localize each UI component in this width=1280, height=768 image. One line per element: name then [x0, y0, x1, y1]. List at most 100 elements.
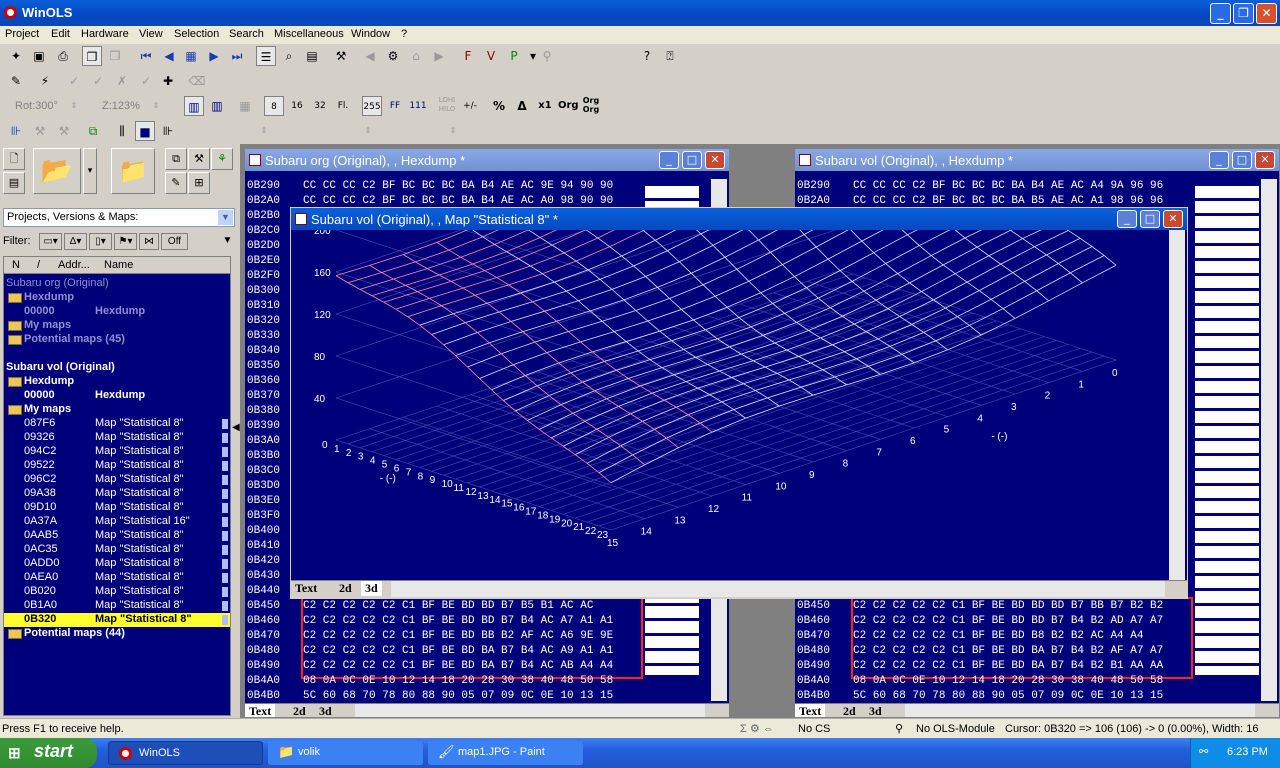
menu-miscellaneous[interactable]: Miscellaneous	[274, 28, 344, 40]
checksum2-icon[interactable]: ✓	[88, 71, 108, 91]
filter-off-button[interactable]: Off	[161, 233, 188, 250]
width-8-button[interactable]: 8	[264, 96, 284, 116]
tree-row[interactable]: 09A38 Map "Statistical 8"	[4, 487, 230, 501]
settings-icon[interactable]: ⊞	[188, 172, 210, 194]
checksum4-icon[interactable]: ✓	[136, 71, 156, 91]
width-16-button[interactable]: 16	[287, 96, 307, 116]
mapwin-minimize[interactable]: _	[1117, 210, 1137, 228]
win2-close[interactable]: ✕	[1255, 151, 1275, 169]
save-icon[interactable]: ▤	[3, 172, 25, 194]
win1-hscroll[interactable]	[355, 704, 705, 717]
tree-row[interactable]: Subaru org (Original)	[4, 277, 230, 291]
open-folder-icon[interactable]: 📂	[33, 148, 81, 194]
bike-icon[interactable]: ⚙	[383, 46, 403, 66]
factor-button[interactable]: x1	[535, 96, 555, 116]
win1-close[interactable]: ✕	[705, 151, 725, 169]
spin3-icon[interactable]: ⇕	[443, 121, 463, 141]
open-dropdown-icon[interactable]: ▾	[83, 148, 97, 194]
tree-row[interactable]: 094C2 Map "Statistical 8"	[4, 445, 230, 459]
tree-row[interactable]: Hexdump	[4, 291, 230, 305]
header-name[interactable]: Name	[104, 259, 133, 271]
header-addr[interactable]: Addr...	[58, 259, 90, 271]
mapwin-titlebar[interactable]: Subaru vol (Original), , Map "Statistica…	[291, 208, 1187, 230]
erase-icon[interactable]: ⌫	[187, 71, 207, 91]
filter-type-icon[interactable]: ▭▾	[39, 233, 62, 250]
task-volik[interactable]: 📁 volik	[268, 741, 423, 765]
tab-3d[interactable]: 3d	[865, 704, 886, 717]
minimize-button[interactable]: _	[1210, 3, 1231, 24]
right-arrow-icon[interactable]: ▶	[429, 46, 449, 66]
win1-titlebar[interactable]: Subaru org (Original), , Hexdump * _ □ ✕	[245, 149, 729, 171]
mapwin-hscroll[interactable]	[391, 581, 1165, 597]
win2-hscroll[interactable]	[905, 704, 1255, 717]
help-query-icon[interactable]: ⚲	[537, 46, 557, 66]
tree-row[interactable]: Subaru vol (Original)	[4, 361, 230, 375]
tree-row[interactable]: Potential maps (45)	[4, 333, 230, 347]
wand-icon[interactable]: ✦	[6, 46, 26, 66]
tab-text[interactable]: Text	[245, 704, 276, 717]
tree-icon[interactable]: ⚘	[211, 148, 233, 170]
copy-icon[interactable]: ⧉	[165, 148, 187, 170]
tools-icon[interactable]: ⚒	[30, 121, 50, 141]
copy-map-icon[interactable]: ⧉	[83, 121, 103, 141]
list-icon[interactable]: ☰	[256, 46, 276, 66]
sort-icon[interactable]: ⊪	[6, 121, 26, 141]
tray-network-icon[interactable]: ⚯	[1199, 745, 1208, 758]
f-icon[interactable]: F	[458, 46, 478, 66]
edit-icon[interactable]: ✎	[165, 172, 187, 194]
win2-hex-bottom[interactable]: C2 C2 C2 C2 C2 C1 BF BE BD BD BD B7 BB B…	[853, 599, 1163, 704]
find-icon[interactable]: ⌕	[279, 46, 299, 66]
menu-selection[interactable]: Selection	[174, 28, 219, 40]
new-icon[interactable]: 🗋	[3, 148, 25, 170]
filter-dropdown-icon[interactable]: ▼	[220, 233, 235, 250]
tools2-icon[interactable]: ⚒	[54, 121, 74, 141]
win1-hex-bottom[interactable]: C2 C2 C2 C2 C2 C1 BF BE BD BD B7 B5 B1 A…	[303, 599, 613, 704]
spin1-icon[interactable]: ⇕	[254, 121, 274, 141]
tree-row[interactable]: 0ADD0 Map "Statistical 8"	[4, 557, 230, 571]
checksum5-icon[interactable]: ✚	[158, 71, 178, 91]
left-arrow-icon[interactable]: ◀	[360, 46, 380, 66]
tree-row[interactable]: 00000 Hexdump	[4, 305, 230, 319]
menu-hardware[interactable]: Hardware	[81, 28, 129, 40]
zoom-spin-icon[interactable]: ⇕	[146, 96, 166, 116]
win2-minimize[interactable]: _	[1209, 151, 1229, 169]
windows2-icon[interactable]: ❐	[105, 46, 125, 66]
tree-row[interactable]: Hexdump	[4, 375, 230, 389]
import-folder-icon[interactable]: 📁	[111, 148, 155, 194]
value-111-button[interactable]: 111	[408, 96, 428, 116]
home-icon[interactable]: ⌂	[406, 46, 426, 66]
task-winols[interactable]: WinOLS	[108, 741, 263, 765]
percent-button[interactable]: %	[489, 96, 509, 116]
rotation-spin-icon[interactable]: ⇕	[64, 96, 84, 116]
menu-window[interactable]: Window	[351, 28, 390, 40]
start-button[interactable]: ⊞ start	[0, 738, 97, 768]
surface-3d-chart[interactable]: 4080120160200240151413121110987654321023…	[291, 230, 1169, 580]
win2-titlebar[interactable]: Subaru vol (Original), , Hexdump * _ □ ✕	[795, 149, 1279, 171]
signed-button[interactable]: +/-	[460, 96, 480, 116]
menu-edit[interactable]: Edit	[51, 28, 70, 40]
value-255-button[interactable]: 255	[362, 96, 382, 116]
next-icon[interactable]: ▶	[204, 46, 224, 66]
restore-button[interactable]: ❐	[1233, 3, 1254, 24]
v-icon[interactable]: V	[481, 46, 501, 66]
rotation-field[interactable]: Rot:300°	[15, 100, 58, 112]
p-icon[interactable]: P	[504, 46, 524, 66]
tree-row[interactable]: My maps	[4, 403, 230, 417]
tool-icon[interactable]: ⚒	[331, 46, 351, 66]
filter-flag-icon[interactable]: ⚑▾	[114, 233, 137, 250]
tree-row[interactable]: 0AC35 Map "Statistical 8"	[4, 543, 230, 557]
tree-row[interactable]: 09326 Map "Statistical 8"	[4, 431, 230, 445]
tree-row[interactable]	[4, 347, 230, 361]
scroll-icon[interactable]: ▤	[302, 46, 322, 66]
prev-icon[interactable]: ◀	[159, 46, 179, 66]
menu-help[interactable]: ?	[401, 28, 407, 40]
panel-collapse-icon[interactable]: ◀	[232, 422, 240, 442]
columns-icon[interactable]: ⫼	[112, 121, 132, 141]
tools3-icon[interactable]: ⚒	[188, 148, 210, 170]
menu-project[interactable]: Project	[5, 28, 39, 40]
win2-hex-top[interactable]: CC CC CC C2 BF BC BC BC BA B4 AE AC A4 9…	[853, 179, 1163, 209]
win2-maximize[interactable]: □	[1232, 151, 1252, 169]
win1-hex-top[interactable]: CC CC CC C2 BF BC BC BC BA B4 AE AC 9E 9…	[303, 179, 613, 209]
tree-row[interactable]: 0AEA0 Map "Statistical 8"	[4, 571, 230, 585]
float-button[interactable]: Fl.	[333, 96, 353, 116]
